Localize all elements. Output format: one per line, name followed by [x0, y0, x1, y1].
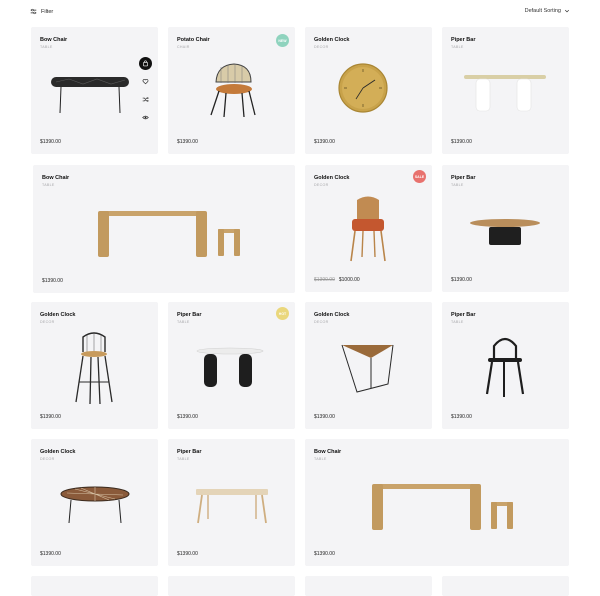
product-price: $1390.00 [40, 551, 61, 557]
product-category: TABLE [40, 45, 53, 49]
product-title[interactable]: Golden Clock [40, 449, 75, 455]
quick-view-button[interactable] [139, 111, 152, 124]
product-title[interactable]: Golden Clock [314, 37, 349, 43]
product-card[interactable]: Golden Clock DECOR $1390.00 $1000.00 SALE [305, 165, 432, 292]
product-category: TABLE [451, 45, 464, 49]
product-card[interactable] [168, 576, 295, 596]
product-category: DECOR [40, 457, 55, 461]
product-category: DECOR [40, 320, 55, 324]
product-card[interactable]: Bow Chair TABLE $1390.00 [33, 165, 295, 293]
product-price: $1390.00 [451, 277, 472, 283]
product-price: $1390.00 [40, 139, 61, 145]
product-category: TABLE [42, 183, 55, 187]
product-card[interactable]: Piper Bar TABLE $1390.00 [442, 165, 569, 292]
product-price: $1390.00 [177, 139, 198, 145]
quick-actions [139, 57, 152, 124]
product-title[interactable]: Golden Clock [314, 312, 349, 318]
chevron-down-icon [564, 9, 570, 13]
compare-button[interactable] [139, 93, 152, 106]
product-title[interactable]: Piper Bar [451, 175, 475, 181]
product-category: DECOR [314, 183, 329, 187]
product-price: $1390.00 [314, 551, 335, 557]
product-price: $1390.00 [177, 414, 198, 420]
product-price: $1390.00 [177, 551, 198, 557]
product-category: TABLE [177, 320, 190, 324]
product-title[interactable]: Piper Bar [177, 449, 201, 455]
product-title[interactable]: Golden Clock [314, 175, 349, 181]
add-to-cart-button[interactable] [139, 57, 152, 70]
product-card[interactable]: Piper Bar TABLE $1390.00 HOT [168, 302, 295, 429]
product-card[interactable]: Golden Clock DECOR $1390.00 [31, 439, 158, 566]
filter-icon [30, 8, 37, 15]
shop-toolbar: Filter Default Sorting [0, 0, 600, 26]
product-card[interactable]: Bow Chair TABLE $1390.00 [305, 439, 569, 566]
sort-label: Default Sorting [524, 8, 561, 14]
product-title[interactable]: Bow Chair [314, 449, 341, 455]
product-title[interactable]: Piper Bar [451, 37, 475, 43]
product-card[interactable]: Golden Clock DECOR $1390.00 [305, 302, 432, 429]
filter-label: Filter [41, 8, 54, 15]
product-category: TABLE [451, 183, 464, 187]
product-price: $1390.00 $1000.00 [314, 277, 360, 283]
product-title[interactable]: Piper Bar [451, 312, 475, 318]
product-card[interactable]: Bow Chair TABLE $1390.00 [31, 27, 158, 154]
heart-icon [142, 79, 149, 85]
product-category: TABLE [314, 457, 327, 461]
bow-table-image [372, 484, 513, 530]
product-card[interactable]: Potato Chair CHAIR $1390.00 NEW [168, 27, 295, 154]
product-card[interactable]: Piper Bar TABLE $1390.00 [442, 302, 569, 429]
product-price: $1390.00 [314, 139, 335, 145]
eye-icon [142, 115, 149, 120]
product-card[interactable]: Golden Clock DECOR $1390.00 [31, 302, 158, 429]
filter-button[interactable]: Filter [30, 8, 53, 15]
sort-dropdown[interactable]: Default Sorting [525, 8, 570, 14]
hot-badge: HOT [276, 307, 289, 320]
product-card[interactable]: Golden Clock DECOR $1390.00 [305, 27, 432, 154]
product-title[interactable]: Golden Clock [40, 312, 75, 318]
product-category: DECOR [314, 45, 329, 49]
product-price: $1390.00 [42, 278, 63, 284]
product-title[interactable]: Bow Chair [40, 37, 67, 43]
product-title[interactable]: Bow Chair [42, 175, 69, 181]
product-price: $1390.00 [40, 414, 61, 420]
product-price: $1390.00 [314, 414, 335, 420]
sale-badge: SALE [413, 170, 426, 183]
product-category: TABLE [177, 457, 190, 461]
product-category: TABLE [451, 320, 464, 324]
product-card[interactable] [442, 576, 569, 596]
product-card[interactable]: Piper Bar TABLE $1390.00 [168, 439, 295, 566]
product-title[interactable]: Potato Chair [177, 37, 210, 43]
wishlist-button[interactable] [139, 75, 152, 88]
product-card[interactable]: Piper Bar TABLE $1390.00 [442, 27, 569, 154]
product-card[interactable] [31, 576, 158, 596]
product-category: CHAIR [177, 45, 190, 49]
product-category: DECOR [314, 320, 329, 324]
old-price: $1390.00 [314, 277, 335, 283]
product-price: $1390.00 [451, 139, 472, 145]
bow-table-image [98, 211, 240, 257]
product-card[interactable] [305, 576, 432, 596]
product-title[interactable]: Piper Bar [177, 312, 201, 318]
product-price: $1390.00 [451, 414, 472, 420]
new-badge: NEW [276, 34, 289, 47]
shuffle-icon [142, 97, 149, 102]
bag-icon [143, 60, 148, 67]
